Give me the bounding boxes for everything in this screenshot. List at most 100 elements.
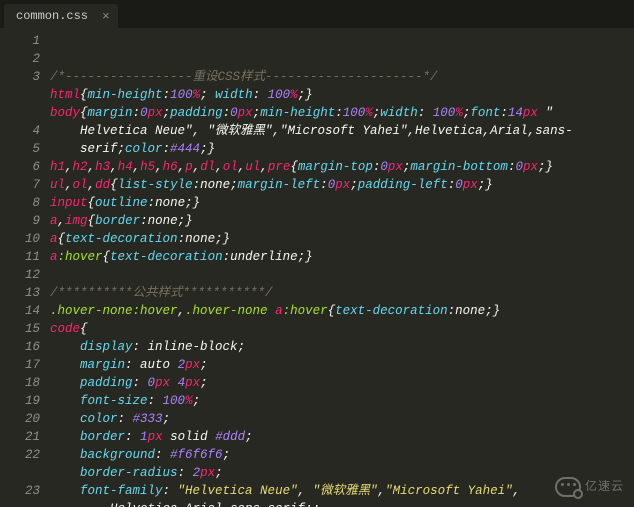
token: :: [223, 106, 231, 120]
token: serif;: [50, 142, 125, 156]
code-line[interactable]: font-family: "Helvetica Neue", "微软雅黑","M…: [50, 482, 634, 500]
token: px: [185, 358, 200, 372]
watermark: 亿速云: [555, 477, 624, 497]
code-area[interactable]: /*-----------------重设CSS样式--------------…: [50, 28, 634, 507]
code-line[interactable]: /**********公共样式***********/: [50, 284, 634, 302]
code-line[interactable]: margin: auto 2px;: [50, 356, 634, 374]
code-line[interactable]: html{min-height:100%; width: 100%;}: [50, 86, 634, 104]
code-line[interactable]: .hover-none:hover,.hover-none a:hover{te…: [50, 302, 634, 320]
code-line[interactable]: background: #f6f6f6;: [50, 446, 634, 464]
token: px: [148, 106, 163, 120]
token: #333: [133, 412, 163, 426]
code-line[interactable]: Helvetica Neue", "微软雅黑","Microsoft Yahei…: [50, 122, 634, 140]
line-number: 12: [0, 266, 40, 284]
token: :: [155, 448, 170, 462]
line-number: 14: [0, 302, 40, 320]
token: ,: [65, 178, 73, 192]
token: min-height: [260, 106, 335, 120]
token: ;}: [178, 214, 193, 228]
token: a: [50, 214, 58, 228]
token: px: [523, 160, 538, 174]
code-line[interactable]: serif;color:#444;}: [50, 140, 634, 158]
code-line[interactable]: /*-----------------重设CSS样式--------------…: [50, 68, 634, 86]
token: #ddd: [215, 430, 245, 444]
token: none: [200, 178, 230, 192]
token: ,: [155, 160, 163, 174]
token: none: [185, 232, 215, 246]
token: ul: [245, 160, 260, 174]
line-number: 21: [0, 428, 40, 446]
token: /*-----------------重设CSS样式--------------…: [50, 70, 438, 84]
token: font-family: [80, 484, 163, 498]
code-line[interactable]: Helvetica,Arial,sans-serif;;: [50, 500, 634, 507]
token: solid: [163, 430, 216, 444]
token: {: [103, 250, 111, 264]
token: 2: [178, 358, 186, 372]
token: :: [140, 214, 148, 228]
token: ;}: [298, 250, 313, 264]
code-line[interactable]: a:hover{text-decoration:underline;}: [50, 248, 634, 266]
token: ,: [260, 160, 268, 174]
cloud-icon: [555, 477, 581, 497]
tab-common-css[interactable]: common.css ×: [4, 4, 118, 28]
token: ul: [50, 178, 65, 192]
token: "微软雅黑": [313, 484, 378, 498]
token: px: [185, 376, 200, 390]
token: ;}: [538, 160, 553, 174]
line-number: 23: [0, 482, 40, 500]
token: ,: [110, 160, 118, 174]
code-line[interactable]: [50, 266, 634, 284]
code-line[interactable]: ul,ol,dd{list-style:none;margin-left:0px…: [50, 176, 634, 194]
token: text-decoration: [335, 304, 448, 318]
token: margin: [80, 358, 125, 372]
line-number: 15: [0, 320, 40, 338]
token: :: [178, 466, 193, 480]
token: 4: [178, 376, 186, 390]
token: margin-bottom: [410, 160, 508, 174]
code-line[interactable]: a{text-decoration:none;}: [50, 230, 634, 248]
code-line[interactable]: font-size: 100%;: [50, 392, 634, 410]
code-line[interactable]: a,img{border:none;}: [50, 212, 634, 230]
token: 1: [140, 430, 148, 444]
code-line[interactable]: display: inline-block;: [50, 338, 634, 356]
token: ;: [200, 358, 208, 372]
code-line[interactable]: code{: [50, 320, 634, 338]
token: [50, 412, 80, 426]
line-number: 18: [0, 374, 40, 392]
token: display: [80, 340, 133, 354]
token: :: [125, 430, 140, 444]
code-line[interactable]: color: #333;: [50, 410, 634, 428]
token: color: [125, 142, 163, 156]
token: "Microsoft Yahei": [385, 484, 513, 498]
token: html: [50, 88, 80, 102]
token: ,: [178, 304, 186, 318]
line-number: 6: [0, 158, 40, 176]
token: {: [290, 160, 298, 174]
token: ,: [88, 160, 96, 174]
line-number: 4: [0, 122, 40, 140]
token: :: [193, 178, 201, 192]
token: underline: [230, 250, 298, 264]
line-number: 13: [0, 284, 40, 302]
code-line[interactable]: border-radius: 2px;: [50, 464, 634, 482]
code-line[interactable]: padding: 0px 4px;: [50, 374, 634, 392]
code-line[interactable]: input{outline:none;}: [50, 194, 634, 212]
token: [50, 358, 80, 372]
token: %: [193, 88, 201, 102]
token: font-size: [80, 394, 148, 408]
token: ,: [88, 178, 96, 192]
token: /**********公共样式***********/: [50, 286, 273, 300]
line-number: 19: [0, 392, 40, 410]
token: :: [133, 340, 148, 354]
code-line[interactable]: border: 1px solid #ddd;: [50, 428, 634, 446]
token: background: [80, 448, 155, 462]
token: [50, 466, 80, 480]
code-line[interactable]: h1,h2,h3,h4,h5,h6,p,dl,ol,ul,pre{margin-…: [50, 158, 634, 176]
token: 0: [380, 160, 388, 174]
token: %: [185, 394, 193, 408]
code-line[interactable]: body{margin:0px;padding:0px;min-height:1…: [50, 104, 634, 122]
close-icon[interactable]: ×: [102, 10, 110, 23]
token: border-radius: [80, 466, 178, 480]
token: [50, 484, 80, 498]
token: img: [65, 214, 88, 228]
